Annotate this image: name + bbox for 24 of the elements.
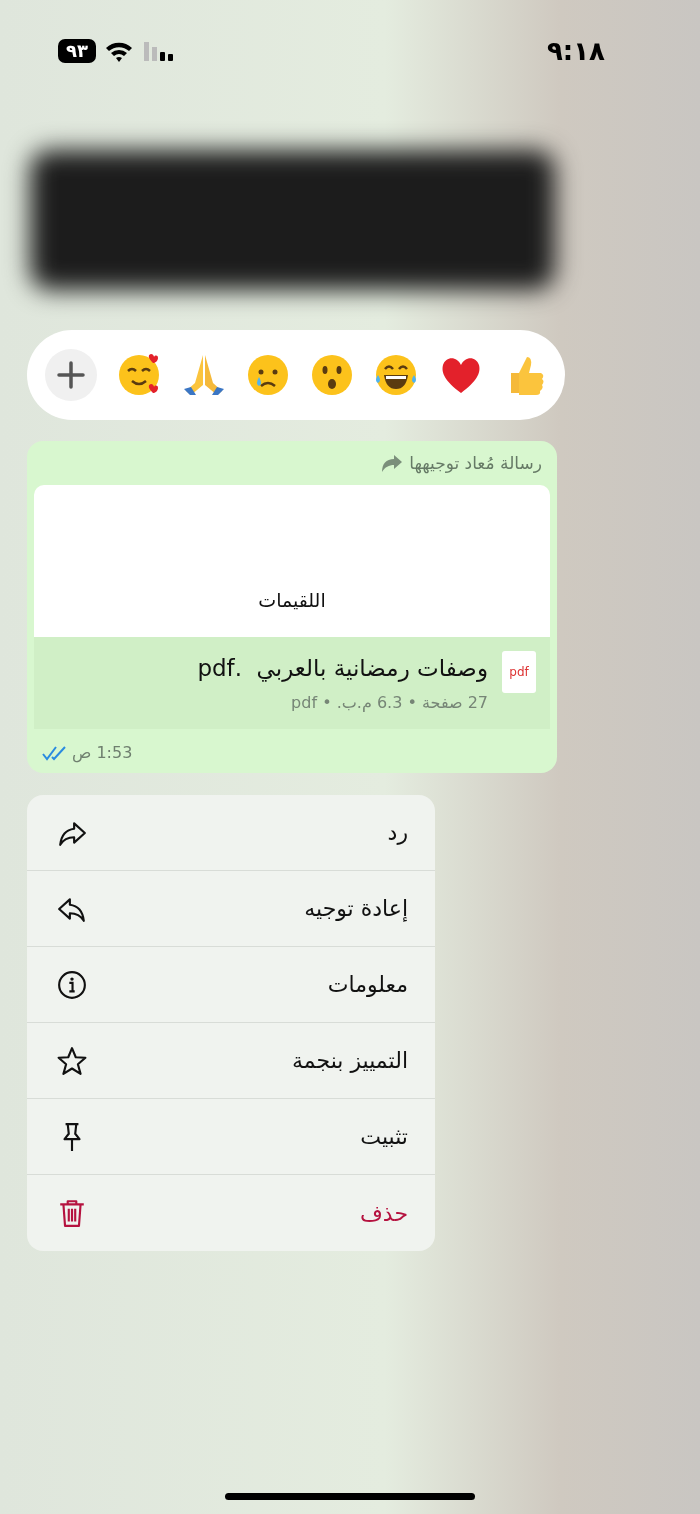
- info-icon: [57, 969, 87, 1000]
- file-name: وصفات رمضانية بالعربي .pdf: [197, 653, 488, 684]
- forward-arrow-icon: [381, 454, 404, 473]
- smiling-face-with-hearts-icon[interactable]: [117, 353, 162, 397]
- preview-title: اللقيمات: [258, 588, 326, 613]
- menu-item[interactable]: معلومات: [27, 947, 435, 1023]
- menu-item[interactable]: رد: [27, 795, 435, 871]
- crying-face-icon[interactable]: [245, 353, 290, 397]
- status-time: ٩:١٨: [547, 34, 605, 68]
- signal-icon: [142, 39, 176, 63]
- plus-icon: [56, 360, 87, 390]
- forwarded-label: رسالة مُعاد توجيهها: [409, 452, 542, 476]
- surprised-face-icon[interactable]: [310, 353, 355, 397]
- menu-item[interactable]: تثبيت: [27, 1099, 435, 1175]
- menu-item[interactable]: حذف: [27, 1175, 435, 1251]
- file-details: 27 صفحة • 6.3 م.ب. • pdf: [290, 692, 488, 714]
- message-time: 1:53 ص: [72, 742, 133, 765]
- battery-icon: ٩٣: [58, 39, 96, 63]
- pdf-file-icon: pdf: [502, 650, 536, 693]
- menu-item[interactable]: التمييز بنجمة: [27, 1023, 435, 1099]
- star-icon: [57, 1045, 87, 1076]
- menu-item[interactable]: إعادة توجيه: [27, 871, 435, 947]
- laughing-face-icon[interactable]: [374, 353, 419, 397]
- trash-icon: [57, 1198, 87, 1228]
